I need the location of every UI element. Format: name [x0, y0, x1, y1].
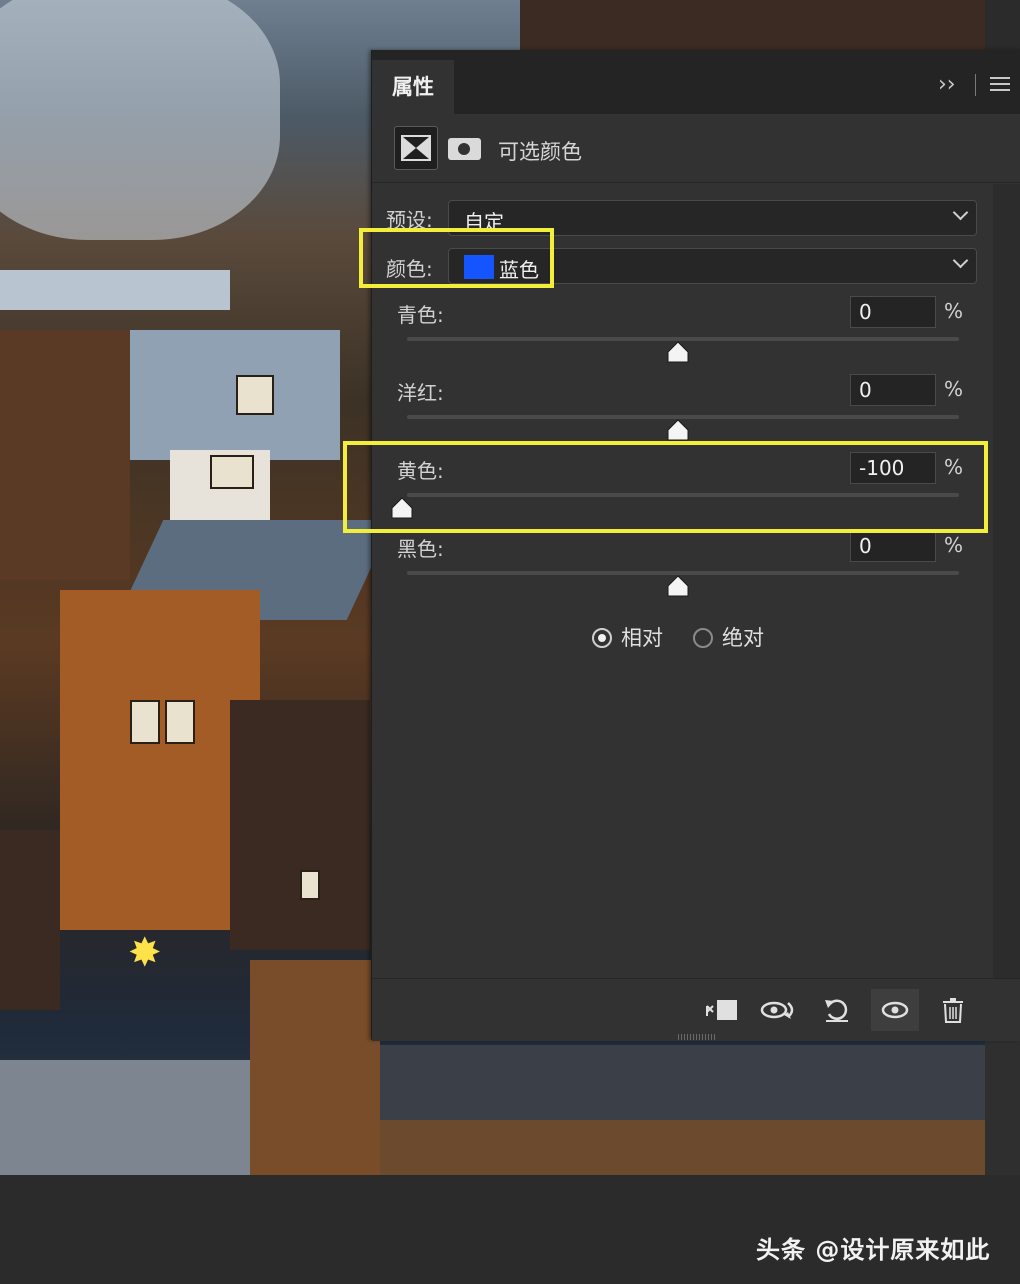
- highlight-yellow-slider: [343, 441, 988, 533]
- magenta-input[interactable]: 0: [850, 374, 936, 406]
- lower-roof: [380, 1045, 985, 1125]
- magenta-unit: %: [944, 377, 964, 401]
- chevron-down-icon: [952, 204, 969, 221]
- black-label: 黑色:: [397, 537, 444, 561]
- star-decoration: ✸: [128, 930, 162, 976]
- black-input[interactable]: 0: [850, 530, 936, 562]
- panel-menu-icon[interactable]: [990, 77, 1010, 95]
- absolute-label[interactable]: 绝对: [722, 622, 764, 652]
- panel-tab-bar: 属性 ››: [372, 50, 1020, 114]
- collapse-panel-icon[interactable]: ››: [938, 70, 956, 100]
- window: [236, 375, 274, 415]
- absolute-radio[interactable]: [693, 628, 713, 648]
- properties-panel: 属性 ›› 可选颜色 预设: 自定 颜色: 蓝色 青色: 0 % 洋红: 0 %: [371, 50, 1020, 1041]
- black-unit: %: [944, 533, 964, 557]
- chevron-down-icon: [952, 252, 969, 269]
- window: [130, 700, 160, 744]
- tab-properties[interactable]: 属性: [372, 60, 454, 114]
- magenta-label: 洋红:: [397, 381, 444, 405]
- adjustment-title: 可选颜色: [498, 140, 582, 164]
- clip-to-layer-icon[interactable]: [697, 989, 745, 1031]
- panel-footer: [372, 978, 1020, 1041]
- resize-grip[interactable]: [678, 1034, 716, 1040]
- canvas-gutter: [985, 1040, 1020, 1175]
- reset-icon[interactable]: [813, 989, 861, 1031]
- cyan-label: 青色:: [397, 303, 444, 327]
- brown-house: [0, 330, 130, 580]
- view-previous-state-icon[interactable]: [755, 989, 803, 1031]
- adjustment-header: 可选颜色: [372, 114, 1020, 183]
- relative-label[interactable]: 相对: [621, 622, 663, 652]
- wooden-gable: [250, 960, 380, 1175]
- lower-building: [300, 1120, 985, 1175]
- roof-snow: [0, 270, 230, 310]
- panel-scrollbar[interactable]: [993, 184, 1020, 978]
- blue-house: [110, 330, 340, 460]
- window: [210, 455, 254, 489]
- layer-mask-icon[interactable]: [448, 138, 481, 160]
- top-house: [520, 0, 985, 50]
- snowy-mountain: [0, 0, 280, 240]
- watermark: 头条 @设计原来如此: [756, 1236, 991, 1264]
- delete-icon[interactable]: [929, 989, 977, 1031]
- relative-radio[interactable]: [592, 628, 612, 648]
- window: [300, 870, 320, 900]
- highlight-colors: [359, 228, 554, 288]
- visibility-icon[interactable]: [871, 989, 919, 1031]
- dark-chalet: [230, 700, 370, 950]
- divider: [975, 74, 976, 96]
- cyan-unit: %: [944, 299, 964, 323]
- window: [165, 700, 195, 744]
- cyan-input[interactable]: 0: [850, 296, 936, 328]
- left-chalet: [0, 830, 60, 1010]
- selective-color-icon[interactable]: [394, 126, 438, 170]
